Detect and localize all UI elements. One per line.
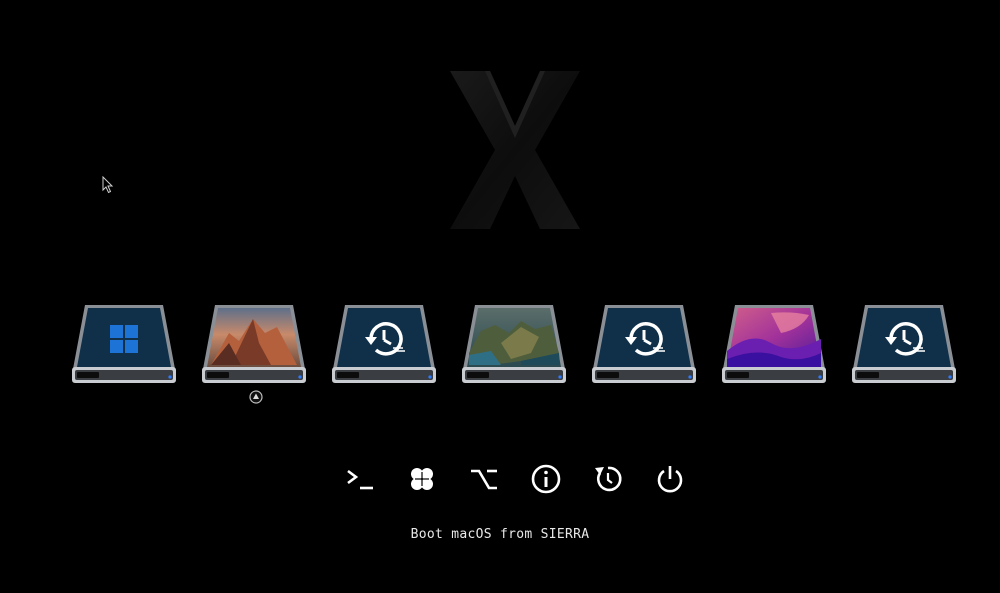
selection-indicator-icon [249, 390, 263, 404]
boot-entry-macos-big-sur[interactable] [461, 303, 567, 385]
boot-entry-time-machine-1[interactable] [331, 303, 437, 385]
boot-entry-time-machine-3[interactable] [851, 303, 957, 385]
restart-icon[interactable] [591, 462, 625, 496]
boot-entry-windows[interactable] [71, 303, 177, 385]
mouse-pointer-icon [102, 176, 114, 194]
option-key-icon[interactable] [467, 462, 501, 496]
boot-screen: Boot macOS from SIERRA [0, 0, 1000, 593]
boot-entry-macos-sierra[interactable] [201, 303, 307, 385]
boot-entry-macos-monterey[interactable] [721, 303, 827, 385]
clover-x-logo [450, 71, 580, 229]
clover-icon[interactable] [405, 462, 439, 496]
power-icon[interactable] [653, 462, 687, 496]
terminal-icon[interactable] [343, 462, 377, 496]
boot-status-text: Boot macOS from SIERRA [410, 527, 590, 542]
boot-entry-time-machine-2[interactable] [591, 303, 697, 385]
info-icon[interactable] [529, 462, 563, 496]
